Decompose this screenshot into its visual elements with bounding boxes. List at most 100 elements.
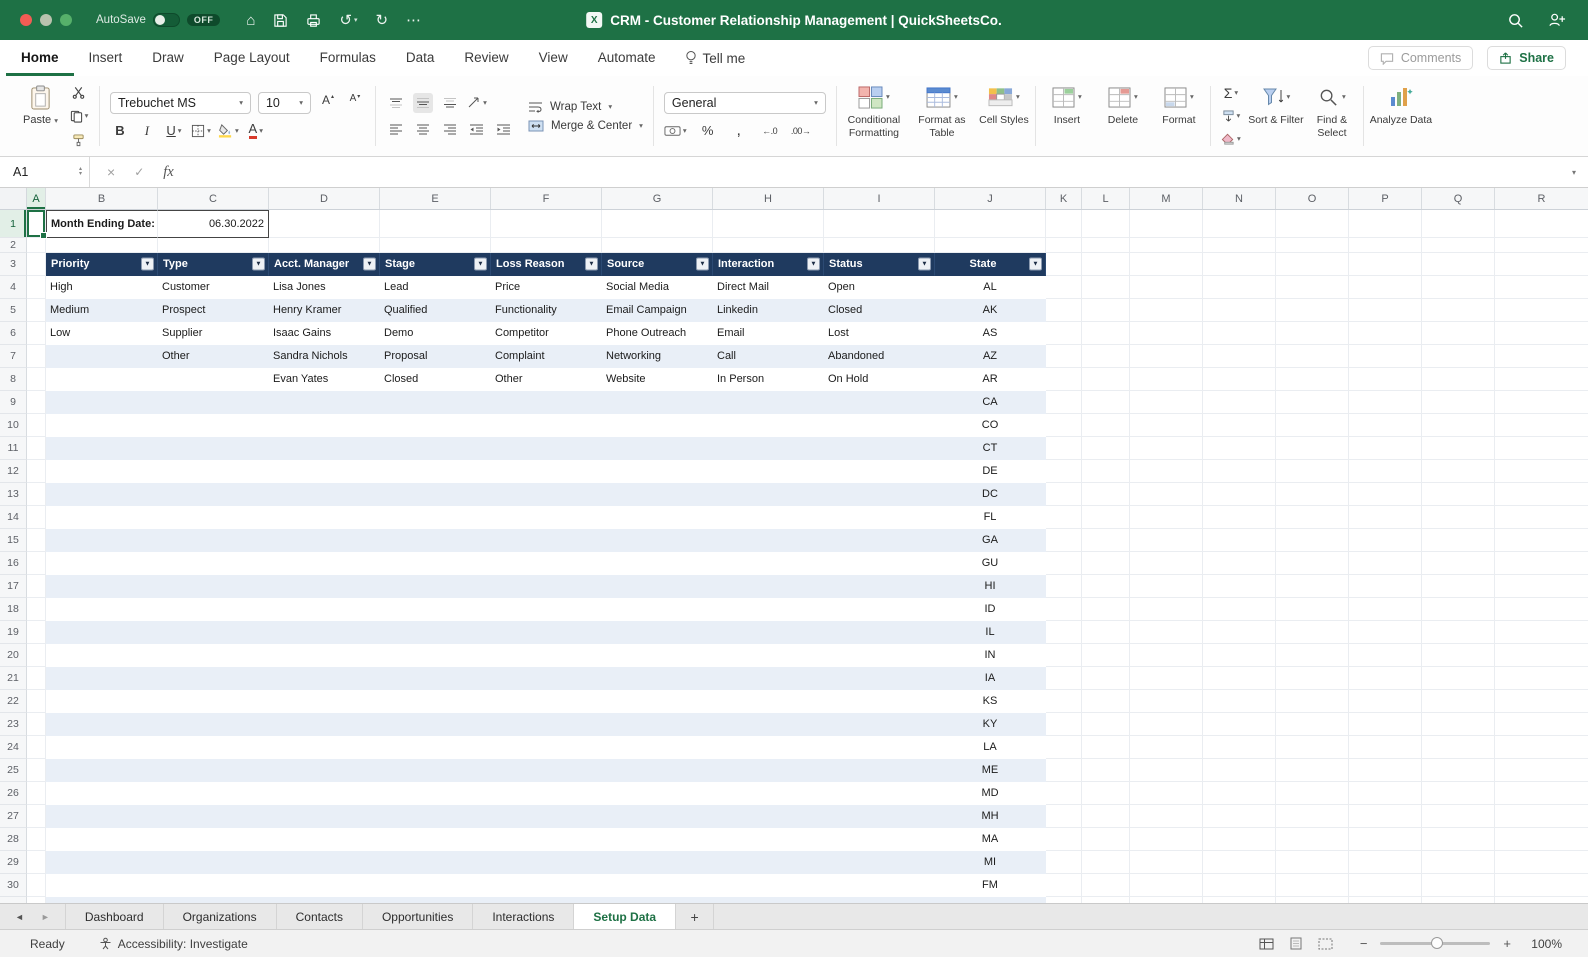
- cell-M18[interactable]: [1130, 598, 1203, 621]
- cell-N4[interactable]: [1203, 276, 1276, 299]
- cell-G6[interactable]: Phone Outreach: [602, 322, 713, 345]
- filter-button-stage[interactable]: ▼: [474, 258, 487, 271]
- cell-M2[interactable]: [1130, 238, 1203, 253]
- cell-E25[interactable]: [380, 759, 491, 782]
- ribbon-tab-automate[interactable]: Automate: [583, 40, 671, 76]
- sheet-nav-prev-icon[interactable]: ◄: [15, 912, 24, 922]
- cell-M24[interactable]: [1130, 736, 1203, 759]
- cell-K27[interactable]: [1046, 805, 1082, 828]
- cell-F20[interactable]: [491, 644, 602, 667]
- cell-D28[interactable]: [269, 828, 380, 851]
- cell-D31[interactable]: [269, 897, 380, 903]
- expand-formula-bar-icon[interactable]: ▾: [1560, 168, 1588, 177]
- cell-A16[interactable]: [27, 552, 46, 575]
- cell-F16[interactable]: [491, 552, 602, 575]
- cell-A11[interactable]: [27, 437, 46, 460]
- cell-B20[interactable]: [46, 644, 158, 667]
- cell-N18[interactable]: [1203, 598, 1276, 621]
- cell-F13[interactable]: [491, 483, 602, 506]
- cell-P2[interactable]: [1349, 238, 1422, 253]
- sheet-tab-dashboard[interactable]: Dashboard: [65, 904, 164, 929]
- cell-K19[interactable]: [1046, 621, 1082, 644]
- cell-Q27[interactable]: [1422, 805, 1495, 828]
- name-box-stepper[interactable]: ▴▾: [79, 167, 82, 177]
- cell-G24[interactable]: [602, 736, 713, 759]
- cell-D15[interactable]: [269, 529, 380, 552]
- cell-C27[interactable]: [158, 805, 269, 828]
- cell-F5[interactable]: Functionality: [491, 299, 602, 322]
- cell-I29[interactable]: [824, 851, 935, 874]
- cell-C9[interactable]: [158, 391, 269, 414]
- cell-P14[interactable]: [1349, 506, 1422, 529]
- cell-R14[interactable]: [1495, 506, 1588, 529]
- cell-D12[interactable]: [269, 460, 380, 483]
- cell-E5[interactable]: Qualified: [380, 299, 491, 322]
- cell-R21[interactable]: [1495, 667, 1588, 690]
- cell-P22[interactable]: [1349, 690, 1422, 713]
- ribbon-tab-home[interactable]: Home: [6, 40, 74, 76]
- cell-O24[interactable]: [1276, 736, 1349, 759]
- cell-G31[interactable]: [602, 897, 713, 903]
- cell-D1[interactable]: [269, 210, 380, 238]
- comments-button[interactable]: Comments: [1368, 46, 1473, 70]
- cell-C26[interactable]: [158, 782, 269, 805]
- cell-D29[interactable]: [269, 851, 380, 874]
- cell-C19[interactable]: [158, 621, 269, 644]
- cell-D11[interactable]: [269, 437, 380, 460]
- cell-B7[interactable]: [46, 345, 158, 368]
- cell-M19[interactable]: [1130, 621, 1203, 644]
- cell-N6[interactable]: [1203, 322, 1276, 345]
- cell-H9[interactable]: [713, 391, 824, 414]
- cell-A19[interactable]: [27, 621, 46, 644]
- cell-L18[interactable]: [1082, 598, 1130, 621]
- zoom-slider-thumb[interactable]: [1431, 937, 1443, 949]
- cell-A5[interactable]: [27, 299, 46, 322]
- window-close-button[interactable]: [20, 14, 32, 26]
- cell-O29[interactable]: [1276, 851, 1349, 874]
- cell-H2[interactable]: [713, 238, 824, 253]
- cell-D22[interactable]: [269, 690, 380, 713]
- cell-N19[interactable]: [1203, 621, 1276, 644]
- cell-L26[interactable]: [1082, 782, 1130, 805]
- cell-J24[interactable]: LA: [935, 736, 1046, 759]
- redo-button[interactable]: ↻: [376, 13, 389, 28]
- format-as-table-button[interactable]: ▾ Format as Table: [908, 80, 976, 152]
- cell-A15[interactable]: [27, 529, 46, 552]
- cell-E11[interactable]: [380, 437, 491, 460]
- cell-D10[interactable]: [269, 414, 380, 437]
- cell-H21[interactable]: [713, 667, 824, 690]
- confirm-entry-icon[interactable]: ✓: [134, 165, 144, 179]
- cell-R15[interactable]: [1495, 529, 1588, 552]
- align-top-button[interactable]: [386, 93, 406, 113]
- normal-view-icon[interactable]: [1259, 938, 1274, 950]
- cell-Q30[interactable]: [1422, 874, 1495, 897]
- cell-M21[interactable]: [1130, 667, 1203, 690]
- cell-L23[interactable]: [1082, 713, 1130, 736]
- cell-Q19[interactable]: [1422, 621, 1495, 644]
- cell-E3[interactable]: Stage▼: [380, 253, 491, 276]
- tell-me-tab[interactable]: Tell me: [671, 40, 760, 76]
- cell-B26[interactable]: [46, 782, 158, 805]
- cell-J17[interactable]: HI: [935, 575, 1046, 598]
- cell-R6[interactable]: [1495, 322, 1588, 345]
- cell-H5[interactable]: Linkedin: [713, 299, 824, 322]
- cancel-entry-icon[interactable]: ×: [107, 164, 115, 180]
- cell-G14[interactable]: [602, 506, 713, 529]
- cell-N23[interactable]: [1203, 713, 1276, 736]
- cell-styles-button[interactable]: ▾ Cell Styles: [976, 80, 1032, 152]
- paste-button[interactable]: Paste ▾: [17, 82, 64, 128]
- cell-G5[interactable]: Email Campaign: [602, 299, 713, 322]
- cell-E12[interactable]: [380, 460, 491, 483]
- cell-N13[interactable]: [1203, 483, 1276, 506]
- cell-E20[interactable]: [380, 644, 491, 667]
- row-header-19[interactable]: 19: [0, 621, 27, 644]
- row-header-3[interactable]: 3: [0, 253, 27, 276]
- cell-F29[interactable]: [491, 851, 602, 874]
- save-icon[interactable]: [273, 13, 288, 28]
- cell-M29[interactable]: [1130, 851, 1203, 874]
- cell-M31[interactable]: [1130, 897, 1203, 903]
- cell-J25[interactable]: ME: [935, 759, 1046, 782]
- cell-R3[interactable]: [1495, 253, 1588, 276]
- font-family-select[interactable]: Trebuchet MS▾: [110, 92, 251, 114]
- cell-P9[interactable]: [1349, 391, 1422, 414]
